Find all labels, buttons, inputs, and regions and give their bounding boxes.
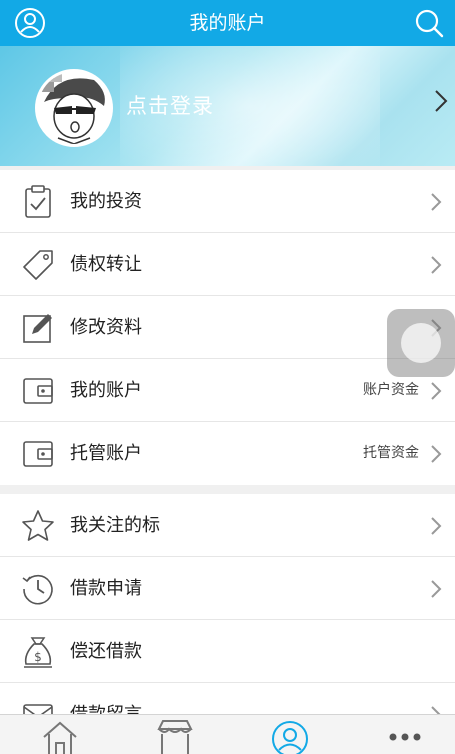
edit-icon xyxy=(20,310,56,346)
menu-item-label: 我关注的标 xyxy=(70,515,160,536)
custody-funds-label: 托管资金 xyxy=(363,445,419,461)
menu-item-label: 债权转让 xyxy=(70,254,142,275)
clock-icon xyxy=(20,571,56,607)
chevron-right-icon xyxy=(433,88,449,114)
assistive-touch-button[interactable] xyxy=(387,309,455,377)
screen: 我的账户 点击登录 我的投资 债权转让 修改资料 我的账户 账户资金 托管账户 … xyxy=(0,0,455,754)
menu-group-loans: 我关注的标 借款申请 $ 偿还借款 xyxy=(0,494,455,746)
profile-banner[interactable]: 点击登录 xyxy=(0,46,455,166)
avatar-icon[interactable] xyxy=(35,69,113,147)
search-icon[interactable] xyxy=(413,7,445,39)
svg-text:$: $ xyxy=(34,650,42,664)
star-icon xyxy=(20,508,56,544)
chevron-right-icon xyxy=(430,192,442,212)
menu-item-debt-transfer[interactable]: 债权转让 xyxy=(0,233,455,296)
bottom-tab-bar xyxy=(0,714,455,754)
store-icon[interactable] xyxy=(155,717,195,754)
clipboard-check-icon xyxy=(20,184,56,220)
tag-icon xyxy=(20,247,56,283)
chevron-right-icon xyxy=(430,255,442,275)
page-title: 我的账户 xyxy=(189,12,266,34)
assistive-touch-dot xyxy=(401,323,441,363)
login-link[interactable]: 点击登录 xyxy=(126,90,214,120)
menu-item-my-investment[interactable]: 我的投资 xyxy=(0,170,455,233)
top-bar: 我的账户 xyxy=(0,0,455,46)
more-icon[interactable] xyxy=(385,717,425,754)
menu-item-label: 借款申请 xyxy=(70,578,142,599)
menu-item-repay[interactable]: $ 偿还借款 xyxy=(0,620,455,683)
menu-item-label: 偿还借款 xyxy=(70,641,142,662)
chevron-right-icon xyxy=(430,579,442,599)
chevron-right-icon xyxy=(430,381,442,401)
menu-item-followed[interactable]: 我关注的标 xyxy=(0,494,455,557)
account-icon[interactable] xyxy=(270,717,310,754)
wallet-icon xyxy=(20,373,56,409)
chevron-right-icon xyxy=(430,516,442,536)
menu-item-label: 修改资料 xyxy=(70,317,142,338)
chevron-right-icon xyxy=(430,444,442,464)
menu-item-custody-account[interactable]: 托管账户 托管资金 xyxy=(0,422,455,485)
wallet-icon xyxy=(20,436,56,472)
menu-item-loan-apply[interactable]: 借款申请 xyxy=(0,557,455,620)
menu-item-label: 我的账户 xyxy=(70,380,142,401)
money-bag-icon: $ xyxy=(20,634,56,670)
menu-item-label: 托管账户 xyxy=(70,443,142,464)
menu-item-label: 我的投资 xyxy=(70,191,142,212)
home-icon[interactable] xyxy=(40,717,80,754)
